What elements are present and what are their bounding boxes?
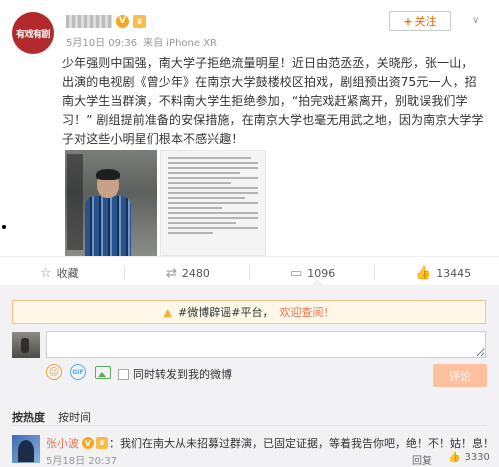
level-badge-icon: ♛ — [133, 14, 146, 28]
v-verified-icon: V — [82, 437, 94, 449]
submit-comment-button[interactable]: 评论 — [433, 364, 487, 387]
post-meta: 5月10日 09:36 来自 iPhone XR — [66, 34, 217, 49]
comment-count: 1096 — [307, 266, 336, 280]
comment-text: ：我们在南大从未招募过群演，已固定证据，等着我告你吧，绝！不！姑！息！ — [109, 437, 494, 450]
sort-by-time-tab[interactable]: 按时间 — [58, 409, 91, 425]
follow-button[interactable]: + 关注 — [389, 11, 451, 31]
plus-icon: + — [403, 14, 413, 28]
divider — [12, 425, 486, 426]
comment-tab-pointer — [311, 279, 323, 285]
divider — [374, 266, 375, 280]
post-time[interactable]: 5月10日 09:36 — [66, 38, 137, 49]
post-photo[interactable] — [65, 150, 157, 256]
v-verified-icon: V — [116, 14, 129, 28]
rumor-notice: ▲ #微博辟谣#平台， 欢迎查阅！ — [12, 300, 486, 324]
commenter-name[interactable]: 张小波 — [46, 435, 79, 451]
repost-count: 2480 — [181, 266, 210, 280]
post-text: 少年强则中国强，南大学子拒绝流量明星！近日由范丞丞，关晓彤，张一山，出演的电视剧… — [62, 56, 484, 146]
repost-also-label: 同时转发到我的微博 — [133, 368, 232, 381]
action-bar: ☆ 收藏 ⇄ 2480 ▭ 1096 👍 13445 — [0, 256, 499, 286]
level-badge-icon: ♛ — [96, 437, 108, 449]
follow-label: 关注 — [414, 15, 437, 28]
like-count: 13445 — [436, 266, 472, 280]
commenter-avatar[interactable] — [12, 435, 40, 463]
image-icon[interactable] — [95, 366, 111, 379]
comment-like-button[interactable]: 👍 3330 — [448, 452, 490, 463]
thumbs-up-icon: 👍 — [415, 265, 432, 281]
star-icon: ☆ — [40, 265, 52, 281]
gif-icon[interactable]: GIF — [70, 364, 86, 380]
post-source: 来自 iPhone XR — [143, 38, 218, 49]
my-avatar — [12, 332, 40, 358]
comment-like-count: 3330 — [464, 452, 490, 463]
divider — [249, 266, 250, 280]
post-media — [65, 150, 266, 256]
comment-icon: ▭ — [290, 265, 303, 281]
chevron-down-icon[interactable]: ∨ — [472, 15, 479, 26]
repost-button[interactable]: ⇄ 2480 — [166, 263, 210, 283]
comment-sort-tabs: 按热度 按时间 — [12, 409, 91, 425]
author-name-redacted[interactable] — [66, 14, 112, 28]
emoji-icon[interactable]: ☺ — [46, 364, 62, 380]
like-button[interactable]: 👍 13445 — [415, 263, 471, 283]
author-name-row: V ♛ — [66, 14, 146, 28]
repost-icon: ⇄ — [166, 265, 177, 281]
collect-button[interactable]: ☆ 收藏 — [40, 263, 79, 283]
post-text-image[interactable] — [160, 150, 266, 256]
collect-label: 收藏 — [56, 267, 79, 280]
repost-also-checkbox[interactable]: 同时转发到我的微博 — [118, 366, 232, 382]
bullet-dot — [2, 225, 6, 229]
avatar-text: 有戏有剧 — [15, 29, 51, 40]
author-avatar[interactable]: 有戏有剧 — [12, 12, 54, 54]
comment-time: 5月18日 20:37 — [46, 456, 118, 467]
divider — [124, 266, 125, 280]
comment-line: 张小波 V ♛ ：我们在南大从未招募过群演，已固定证据，等着我告你吧，绝！不！姑… — [46, 435, 494, 451]
thumbs-up-icon: 👍 — [448, 452, 461, 463]
notice-text[interactable]: #微博辟谣#平台， — [178, 304, 273, 320]
checkbox-box[interactable] — [118, 368, 129, 380]
comment-input[interactable] — [46, 331, 486, 358]
warning-icon: ▲ — [163, 305, 173, 319]
reply-button[interactable]: 回复 — [412, 452, 432, 467]
weibo-post-card: 有戏有剧 V ♛ 5月10日 09:36 来自 iPhone XR + 关注 ∨ 少… — [0, 0, 499, 467]
notice-link[interactable]: 欢迎查阅！ — [279, 304, 334, 320]
sort-by-hot-tab[interactable]: 按热度 — [12, 409, 45, 425]
